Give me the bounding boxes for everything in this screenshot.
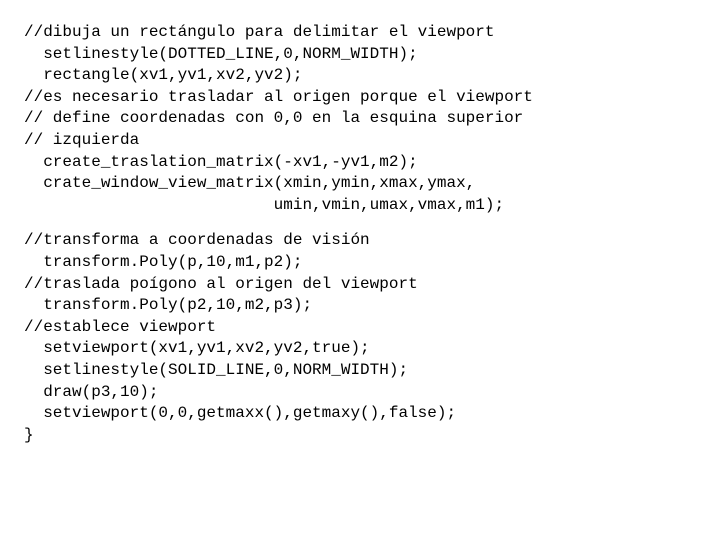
code-line: setviewport(xv1,yv1,xv2,yv2,true); [24, 338, 696, 360]
code-line: umin,vmin,umax,vmax,m1); [24, 195, 696, 217]
code-line: setlinestyle(SOLID_LINE,0,NORM_WIDTH); [24, 360, 696, 382]
code-line: crate_window_view_matrix(xmin,ymin,xmax,… [24, 173, 696, 195]
code-line: rectangle(xv1,yv1,xv2,yv2); [24, 65, 696, 87]
code-line: transform.Poly(p2,10,m2,p3); [24, 295, 696, 317]
code-line: setlinestyle(DOTTED_LINE,0,NORM_WIDTH); [24, 44, 696, 66]
code-line: //establece viewport [24, 317, 696, 339]
code-line: // define coordenadas con 0,0 en la esqu… [24, 108, 696, 130]
code-block-2: //transforma a coordenadas de visión tra… [24, 230, 696, 446]
code-line: // izquierda [24, 130, 696, 152]
code-line: //traslada poígono al origen del viewpor… [24, 274, 696, 296]
code-block-1: //dibuja un rectángulo para delimitar el… [24, 22, 696, 216]
code-line: //es necesario trasladar al origen porqu… [24, 87, 696, 109]
code-line: transform.Poly(p,10,m1,p2); [24, 252, 696, 274]
code-line: //transforma a coordenadas de visión [24, 230, 696, 252]
code-line: } [24, 425, 696, 447]
code-line: setviewport(0,0,getmaxx(),getmaxy(),fals… [24, 403, 696, 425]
code-line: draw(p3,10); [24, 382, 696, 404]
code-line: //dibuja un rectángulo para delimitar el… [24, 22, 696, 44]
code-line: create_traslation_matrix(-xv1,-yv1,m2); [24, 152, 696, 174]
